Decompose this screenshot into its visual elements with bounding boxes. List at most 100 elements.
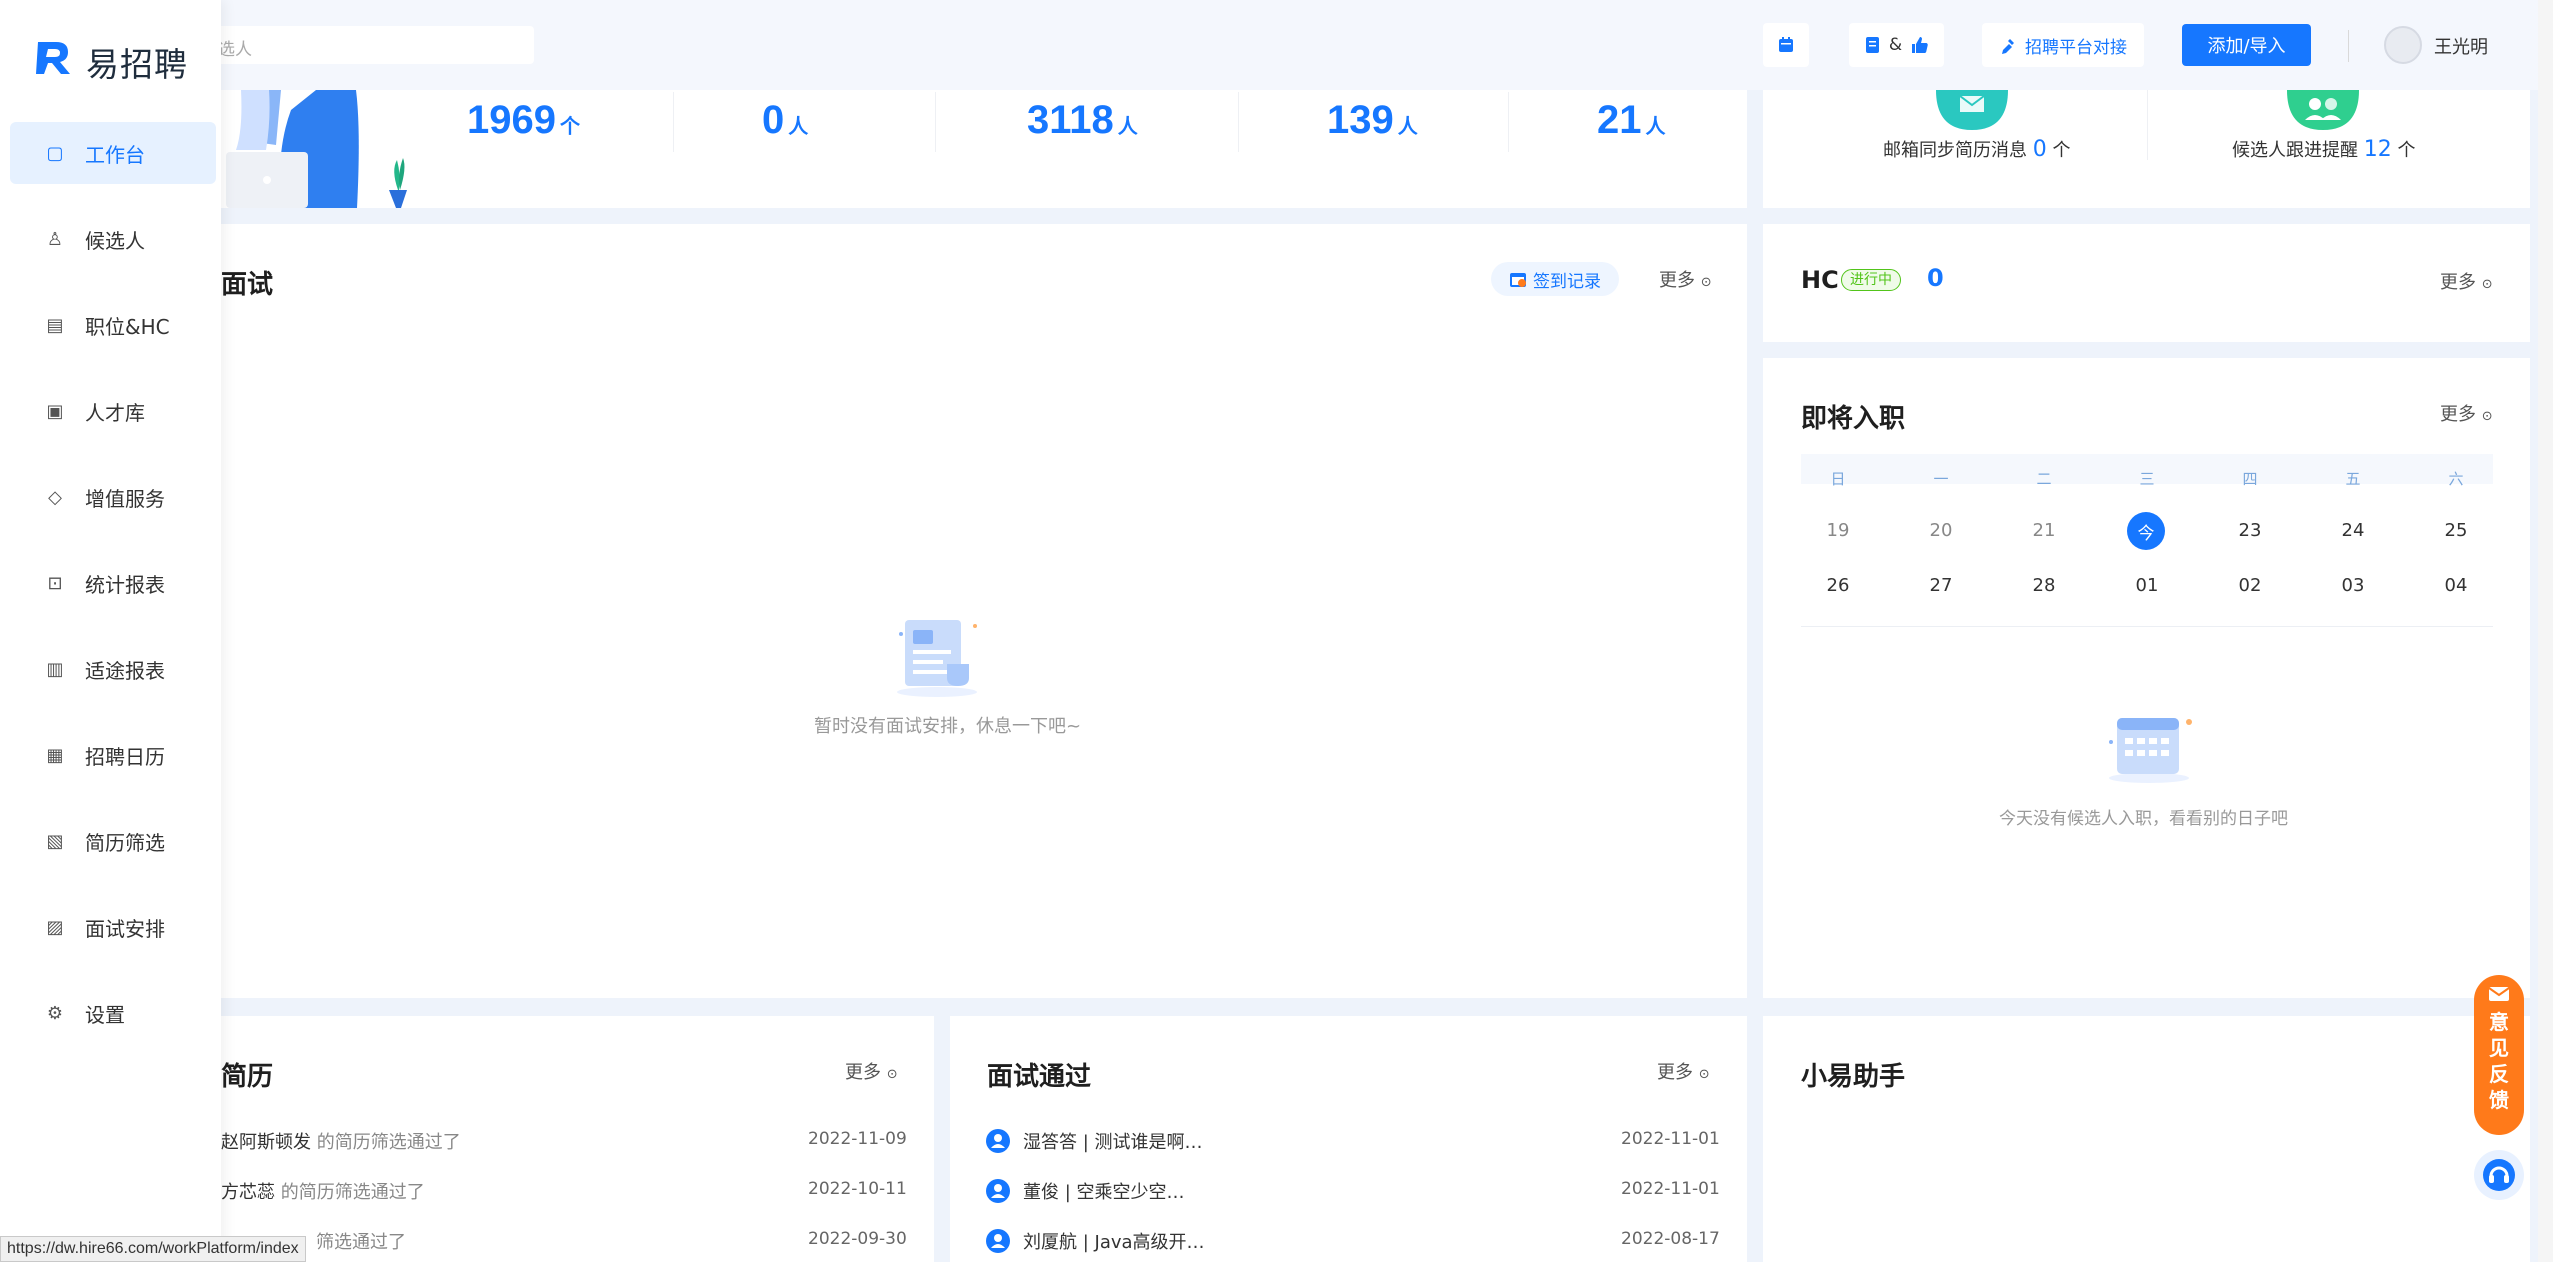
calendar-day[interactable]: 28: [2024, 575, 2064, 596]
onboarding-card: 即将入职 更多 ⊙ 今天没有候选人入职，看看别的日子吧: [1763, 358, 2530, 998]
sidebar-item-interview-schedule[interactable]: ▨ 面试安排: [10, 896, 216, 958]
assistant-title: 小易助手: [1801, 1062, 1906, 1092]
calendar-today[interactable]: 今: [2127, 512, 2165, 550]
search-placeholder: 选人: [218, 40, 252, 60]
resume-row-text[interactable]: 筛选通过了: [316, 1228, 406, 1254]
calendar-day[interactable]: 02: [2230, 575, 2270, 596]
sidebar-item-recruit-calendar[interactable]: ▦ 招聘日历: [10, 724, 216, 786]
stat-divider: [935, 92, 936, 152]
feedback-char: 馈: [2489, 1088, 2509, 1112]
calendar-day[interactable]: 03: [2333, 575, 2373, 596]
passed-row-text[interactable]: 湿答答 | 测试谁是啊…: [1023, 1128, 1203, 1154]
follow-up-notice[interactable]: 候选人跟进提醒 12 个: [2232, 136, 2415, 162]
sidebar-item-label: 候选人: [85, 228, 145, 253]
calendar-day[interactable]: 04: [2436, 575, 2476, 596]
book-like-button[interactable]: &: [1849, 23, 1944, 67]
logo-text: 易招聘: [86, 45, 188, 84]
mail-sync-notice[interactable]: 邮箱同步简历消息 0 个: [1883, 136, 2070, 162]
resume-row-text[interactable]: 方芯蕊 的简历筛选通过了: [221, 1178, 425, 1204]
thumbs-up-icon: [1912, 37, 1928, 53]
arrow-circle-icon: ⊙: [2481, 277, 2493, 292]
follow-up-icon[interactable]: [2287, 90, 2359, 132]
sidebar: 易招聘 ▢ 工作台 ♙ 候选人 ▤ 职位&HC ▣ 人才库 ◇ 增值服务 ⊡ 统…: [0, 0, 221, 1262]
add-import-button[interactable]: 添加/导入: [2182, 24, 2311, 66]
mail-icon: [2488, 987, 2510, 1001]
plug-icon: [2002, 39, 2014, 54]
feedback-char: 见: [2489, 1036, 2509, 1060]
stat-value-4[interactable]: 21 人: [1597, 98, 1666, 143]
weekday-mon: 一: [1933, 470, 1949, 488]
platform-connect-button[interactable]: 招聘平台对接: [1982, 23, 2144, 67]
stat-value-1[interactable]: 0人: [762, 98, 808, 143]
calendar-button[interactable]: [1763, 23, 1809, 67]
customer-service-button[interactable]: [2474, 1150, 2524, 1200]
interview-more-link[interactable]: 更多 ⊙: [1659, 266, 1712, 292]
passed-row-text[interactable]: 刘厦航 | Java高级开…: [1023, 1228, 1205, 1254]
stat-divider: [1238, 92, 1239, 152]
passed-row-text[interactable]: 董俊 | 空乘空少空…: [1023, 1178, 1185, 1204]
sidebar-item-talent-pool[interactable]: ▣ 人才库: [10, 380, 216, 442]
stat-value-2[interactable]: 3118 人: [1027, 98, 1138, 143]
calendar-day[interactable]: 23: [2230, 520, 2270, 541]
sidebar-item-workbench[interactable]: ▢ 工作台: [10, 122, 216, 184]
calendar-day[interactable]: 25: [2436, 520, 2476, 541]
calendar-check-icon: [1510, 273, 1526, 287]
onboarding-title: 即将入职: [1801, 404, 1906, 434]
hc-card: HC 进行中 0 更多 ⊙: [1763, 224, 2530, 342]
logo-icon: [36, 42, 70, 74]
feedback-button[interactable]: 意 见 反 馈: [2474, 975, 2524, 1135]
sidebar-item-label: 统计报表: [85, 572, 165, 597]
resume-card: 简历 更多 ⊙ 赵阿斯顿发 的简历筛选通过了 2022-11-09 方芯蕊 的简…: [221, 1016, 934, 1262]
sidebar-item-jobs[interactable]: ▤ 职位&HC: [10, 294, 216, 356]
chart-icon: ⊡: [47, 572, 63, 594]
signin-record-button[interactable]: 签到记录: [1491, 262, 1619, 296]
calendar-day[interactable]: 21: [2024, 520, 2064, 541]
hc-count[interactable]: 0: [1927, 264, 1944, 292]
avatar[interactable]: [2384, 26, 2422, 64]
calendar-day[interactable]: 19: [1818, 520, 1858, 541]
user-name[interactable]: 王光明: [2434, 33, 2488, 59]
interview-passed-more-link[interactable]: 更多 ⊙: [1657, 1058, 1710, 1084]
book-icon: [1865, 37, 1879, 53]
onboarding-more-link[interactable]: 更多 ⊙: [2440, 400, 2493, 426]
sidebar-item-label: 设置: [85, 1002, 125, 1027]
sidebar-item-shitu-report[interactable]: ▥ 适途报表: [10, 638, 216, 700]
sidebar-item-label: 职位&HC: [85, 314, 170, 339]
feedback-char: 反: [2489, 1062, 2509, 1086]
schedule-icon: ▨: [46, 916, 64, 938]
sidebar-item-value-added[interactable]: ◇ 增值服务: [10, 466, 216, 528]
calendar-day[interactable]: 26: [1818, 575, 1858, 596]
stat-value-0[interactable]: 1969 个: [467, 98, 580, 143]
page-scrollbar[interactable]: [2538, 0, 2553, 1262]
sidebar-item-resume-screening[interactable]: ▧ 简历筛选: [10, 810, 216, 872]
sidebar-item-candidates[interactable]: ♙ 候选人: [10, 208, 216, 270]
weekday-fri: 五: [2345, 470, 2361, 488]
resume-row-text[interactable]: 赵阿斯顿发 的简历筛选通过了: [221, 1128, 461, 1154]
interview-passed-title: 面试通过: [987, 1062, 1092, 1092]
resume-more-link[interactable]: 更多 ⊙: [845, 1058, 898, 1084]
mail-sync-icon[interactable]: [1936, 90, 2008, 132]
arrow-circle-icon: ⊙: [886, 1067, 898, 1082]
person-avatar-icon: [986, 1229, 1010, 1253]
stat-divider: [673, 92, 674, 152]
resume-icon: ▧: [46, 830, 64, 852]
calendar-day[interactable]: 27: [1921, 575, 1961, 596]
hc-more-link[interactable]: 更多 ⊙: [2440, 268, 2493, 294]
top-header: 选人 & 招聘平台对接 添加/导入 王光明 ▼: [0, 0, 2553, 90]
resume-row-date: 2022-11-09: [808, 1129, 907, 1149]
search-input[interactable]: 选人: [200, 26, 534, 64]
calendar-day[interactable]: 24: [2333, 520, 2373, 541]
sidebar-item-settings[interactable]: ⚙ 设置: [10, 982, 216, 1044]
calendar-day[interactable]: 20: [1921, 520, 1961, 541]
sidebar-item-statistics[interactable]: ⊡ 统计报表: [10, 552, 216, 614]
banner-illustration: [226, 90, 407, 208]
weekday-sun: 日: [1830, 470, 1846, 488]
stat-value-3[interactable]: 139 人: [1327, 98, 1418, 143]
amp-text: &: [1888, 35, 1903, 55]
sidebar-item-label: 简历筛选: [85, 830, 165, 855]
weekday-thu: 四: [2242, 470, 2258, 488]
calendar-day[interactable]: 01: [2127, 575, 2167, 596]
passed-row-date: 2022-08-17: [1621, 1229, 1720, 1249]
hc-status-badge: 进行中: [1841, 269, 1901, 291]
sidebar-item-label: 工作台: [85, 142, 145, 167]
